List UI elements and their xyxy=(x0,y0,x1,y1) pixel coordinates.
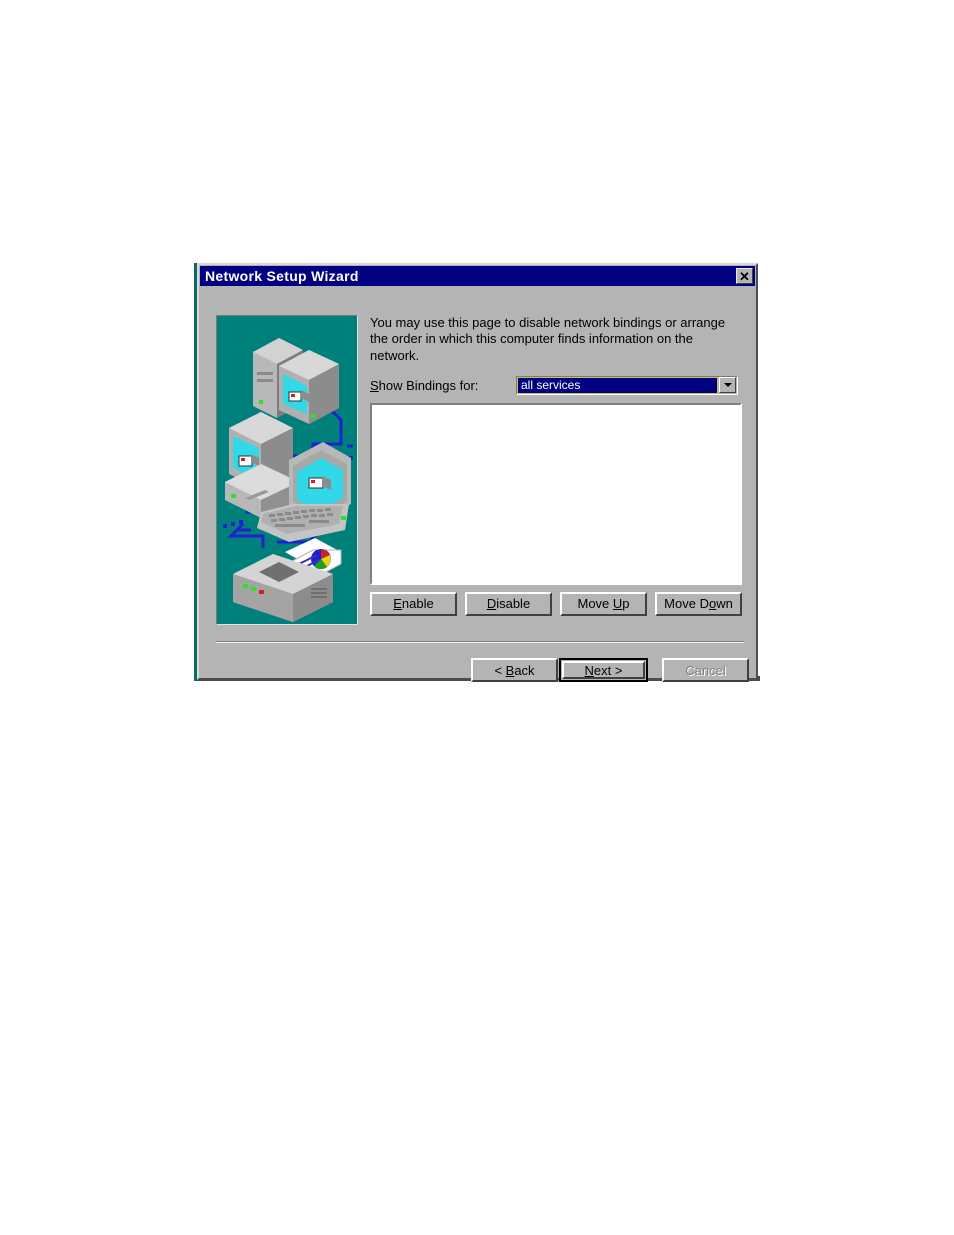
network-setup-wizard-window: Network Setup Wizard ✕ You may use this … xyxy=(197,263,758,682)
show-bindings-label: Show Bindings for: xyxy=(370,378,516,393)
window-title: Network Setup Wizard xyxy=(205,268,359,284)
disable-button-mnemonic: D xyxy=(486,596,497,612)
back-button[interactable]: < Back xyxy=(471,658,558,682)
footer-separator xyxy=(216,641,744,643)
chevron-down-icon-glyph xyxy=(723,383,732,388)
wizard-navigation: < Back Next > Cancel xyxy=(471,658,749,682)
move-up-button-label: p xyxy=(622,596,630,612)
next-button[interactable]: Next > xyxy=(559,658,648,682)
close-icon-glyph: ✕ xyxy=(739,268,750,284)
move-up-button-mnemonic: U xyxy=(612,596,623,612)
network-graphic-svg xyxy=(217,316,357,624)
bindings-listbox[interactable] xyxy=(370,402,742,585)
desktop-pc-icon xyxy=(225,412,299,518)
next-button-mnemonic: N xyxy=(584,662,594,678)
show-bindings-combobox[interactable]: all services xyxy=(516,375,738,395)
window-body: You may use this page to disable network… xyxy=(199,286,756,682)
content-panel: You may use this page to disable network… xyxy=(370,315,744,616)
enable-button[interactable]: Enable xyxy=(370,591,457,616)
back-button-label: ack xyxy=(514,662,535,678)
network-devices-illustration xyxy=(216,315,358,625)
show-bindings-selected-value[interactable]: all services xyxy=(517,376,718,394)
move-down-button-label: wn xyxy=(716,596,733,612)
enable-button-mnemonic: E xyxy=(393,596,402,612)
show-bindings-row: Show Bindings for: all services xyxy=(370,375,744,395)
page-description: You may use this page to disable network… xyxy=(370,315,726,363)
move-up-button[interactable]: Move Up xyxy=(560,591,647,616)
disable-button[interactable]: Disable xyxy=(465,591,552,616)
back-button-prefix: < xyxy=(494,662,506,678)
move-up-button-prefix: Move xyxy=(577,596,613,612)
cancel-button[interactable]: Cancel xyxy=(662,658,749,682)
next-button-label: ext > xyxy=(593,662,623,678)
move-down-button[interactable]: Move Down xyxy=(655,591,742,616)
chevron-down-icon[interactable] xyxy=(719,377,736,394)
titlebar[interactable]: Network Setup Wizard ✕ xyxy=(200,266,755,286)
move-down-button-prefix: Move D xyxy=(664,596,709,612)
disable-button-label: isable xyxy=(496,596,531,612)
cancel-button-label: Cancel xyxy=(685,662,726,678)
close-icon[interactable]: ✕ xyxy=(736,268,753,284)
bindings-action-buttons: Enable Disable Move Up Move Down xyxy=(370,591,744,616)
show-bindings-label-text: how Bindings for: xyxy=(378,377,479,393)
enable-button-label: nable xyxy=(401,596,434,612)
show-bindings-mnemonic: S xyxy=(370,377,379,393)
